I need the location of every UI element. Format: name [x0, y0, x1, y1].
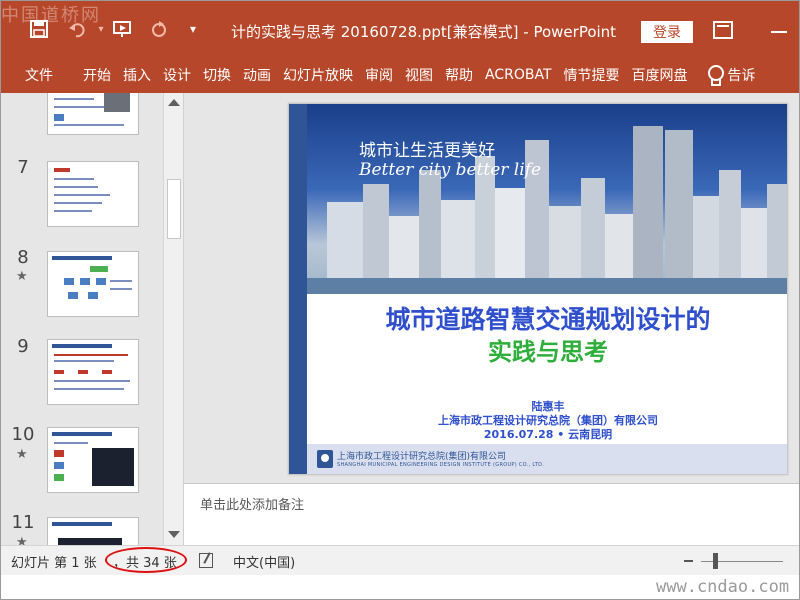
slide-editor: 城市让生活更美好 Better city better life 城市道路智慧交…: [183, 93, 799, 483]
title-bar: 中国道桥网 ▾ ▾ 计的实践与思考 20160728.ppt[兼容模式] - P…: [1, 1, 799, 57]
slide-slogan-cn: 城市让生活更美好: [359, 141, 495, 161]
redo-icon[interactable]: [147, 17, 171, 41]
slide-thumbnail[interactable]: [47, 427, 139, 493]
lightbulb-icon[interactable]: [706, 64, 724, 86]
status-slide-position: 幻灯片 第 1 张: [11, 556, 97, 571]
zoom-out-icon[interactable]: [684, 560, 693, 562]
thumbnail-number: 9: [17, 336, 29, 357]
author-name: 陆惠丰: [531, 400, 565, 413]
slide-thumbnail[interactable]: [47, 339, 139, 405]
zoom-slider-thumb[interactable]: [713, 553, 718, 569]
tell-me-box[interactable]: 告诉: [722, 57, 762, 93]
ribbon-display-options-icon[interactable]: [713, 21, 733, 39]
minimize-icon[interactable]: [771, 31, 787, 33]
tab-review[interactable]: 审阅: [359, 57, 399, 93]
tab-storyboarding[interactable]: 情节提要: [558, 57, 626, 93]
slide-slogan-en: Better city better life: [359, 160, 542, 180]
slide-side-bar: [289, 104, 307, 474]
notes-toggle-icon[interactable]: [199, 553, 213, 568]
tab-file[interactable]: 文件: [19, 57, 59, 93]
footer-company-en: SHANGHAI MUNICIPAL ENGINEERING DESIGN IN…: [337, 462, 545, 468]
tab-help[interactable]: 帮助: [439, 57, 479, 93]
bottom-watermark-strip: www.cndao.com: [1, 575, 799, 599]
tab-design[interactable]: 设计: [157, 57, 197, 93]
thumbnail-number: 11: [11, 512, 35, 533]
tab-slide-show[interactable]: 幻灯片放映: [277, 57, 359, 93]
ribbon-tabs: 文件 开始 插入 设计 切换 动画 幻灯片放映 审阅 视图 帮助 ACROBAT…: [1, 57, 799, 93]
notes-pane[interactable]: 单击此处添加备注: [183, 483, 799, 545]
document-title: 计的实践与思考 20160728.ppt[兼容模式] - PowerPoint: [231, 23, 617, 41]
scroll-down-arrow-icon[interactable]: [168, 531, 180, 538]
notes-placeholder[interactable]: 单击此处添加备注: [200, 494, 304, 513]
status-language[interactable]: 中文(中国): [233, 552, 295, 571]
undo-icon[interactable]: [65, 17, 89, 41]
animation-star-icon: ★: [16, 269, 28, 284]
slide-thumbnail[interactable]: [47, 93, 139, 135]
current-slide[interactable]: 城市让生活更美好 Better city better life 城市道路智慧交…: [288, 103, 788, 475]
status-bar: 幻灯片 第 1 张 ，共 34 张 中文(中国): [1, 545, 799, 575]
footer-company-cn: 上海市政工程设计研究总院(集团)有限公司: [337, 452, 507, 462]
city-skyline-image: 城市让生活更美好 Better city better life: [307, 104, 787, 294]
slide-thumbnail[interactable]: [47, 517, 139, 545]
tab-acrobat[interactable]: ACROBAT: [479, 57, 558, 93]
slide-title-line1: 城市道路智慧交通规划设计的: [385, 305, 711, 334]
slide-title-line2: 实践与思考: [488, 338, 608, 366]
slide-author-block: 陆惠丰 上海市政工程设计研究总院（集团）有限公司 2016.07.28 • 云南…: [307, 400, 787, 442]
author-organization: 上海市政工程设计研究总院（集团）有限公司: [438, 414, 658, 427]
slide-thumbnail[interactable]: [47, 161, 139, 227]
animation-star-icon: ★: [16, 535, 28, 545]
presentation-date-place: 2016.07.28 • 云南昆明: [483, 428, 613, 441]
slide-thumbnail-pane: 7 8 ★ 9 10 ★ 11 ★: [1, 93, 163, 545]
slide-thumbnail[interactable]: [47, 251, 139, 317]
tab-home[interactable]: 开始: [77, 57, 117, 93]
tab-animations[interactable]: 动画: [237, 57, 277, 93]
thumbnail-number: 8: [17, 247, 29, 268]
animation-star-icon: ★: [16, 447, 28, 462]
watermark-bottom: www.cndao.com: [656, 577, 790, 597]
tab-insert[interactable]: 插入: [117, 57, 157, 93]
thumbnail-scrollbar[interactable]: [163, 93, 183, 545]
scroll-up-arrow-icon[interactable]: [168, 99, 180, 106]
powerpoint-window: 中国道桥网 ▾ ▾ 计的实践与思考 20160728.ppt[兼容模式] - P…: [0, 0, 800, 600]
slide-footer: 上海市政工程设计研究总院(集团)有限公司 SHANGHAI MUNICIPAL …: [307, 444, 787, 474]
company-logo-icon: [317, 450, 333, 468]
tab-view[interactable]: 视图: [399, 57, 439, 93]
highlight-ellipse: [105, 547, 187, 573]
start-from-beginning-icon[interactable]: [111, 17, 135, 41]
scrollbar-thumb[interactable]: [167, 179, 181, 239]
tab-transitions[interactable]: 切换: [197, 57, 237, 93]
login-button[interactable]: 登录: [641, 21, 693, 43]
thumbnail-number: 10: [11, 424, 35, 445]
customize-toolbar-icon[interactable]: ▾: [181, 17, 205, 41]
save-icon[interactable]: [27, 17, 51, 41]
thumbnail-number: 7: [17, 157, 29, 178]
tab-baidu-netdisk[interactable]: 百度网盘: [626, 57, 694, 93]
undo-dropdown-icon[interactable]: ▾: [89, 17, 113, 41]
